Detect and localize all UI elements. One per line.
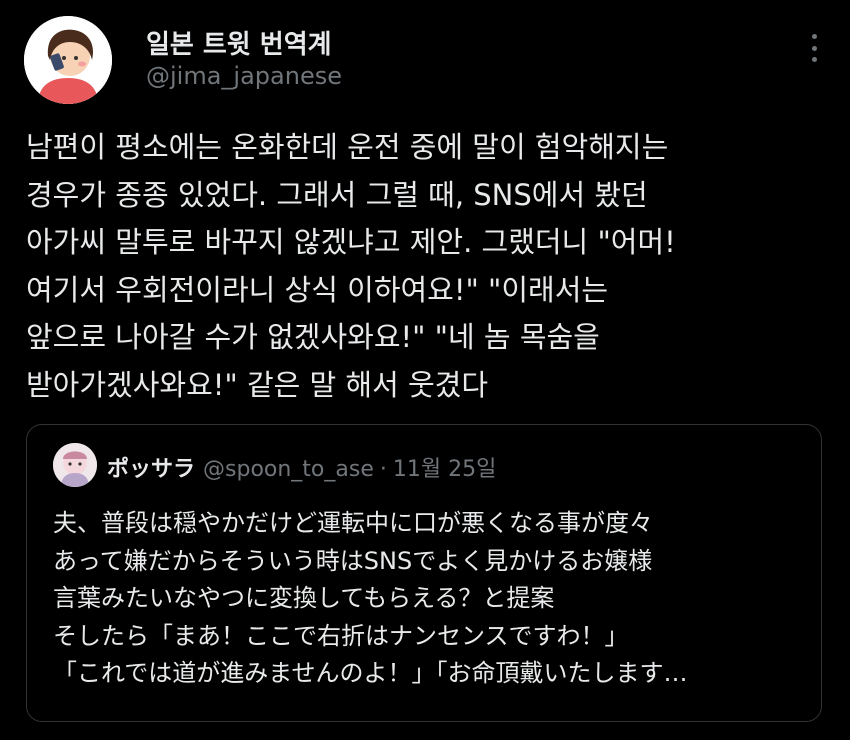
quoted-tweet-card[interactable]: ポッサラ @spoon_to_ase · 11월 25일 夫、普段は穏やかだけど運転中… [26,424,822,722]
quoted-header: ポッサラ @spoon_to_ase · 11월 25일 [107,451,496,483]
tweet-body: 남편이 평소에는 온화한데 운전 중에 말이 험악해지는 경우가 종종 있었다.… [26,124,826,409]
avatar-illustration [24,16,112,104]
quoted-text-line: そしたら「まあ！ここで右折はナンセンスですわ！」 [53,621,629,650]
quoted-text-line: 夫、普段は穏やかだけど運転中に口が悪くなる事が度々 [53,509,653,537]
quoted-date[interactable]: 11월 25일 [393,457,496,482]
quoted-display-name[interactable]: ポッサラ [107,457,195,482]
author-handle[interactable]: @jima_japanese [146,62,342,90]
quoted-text-line: あって嫌だからそういう時はSNSでよく見かけるお嬢様 [53,546,653,575]
tweet-body-line: 남편이 평소에는 온화한데 운전 중에 말이 험악해지는 [26,130,669,164]
more-dot [811,45,817,51]
author-avatar[interactable] [24,16,112,104]
quoted-text-line: 言葉みたいなやつに変換してもらえる？と提案 [53,584,555,612]
quoted-avatar-illustration [53,443,97,487]
tweet-body-line: 앞으로 나아갈 수가 없겠사와요!" "네 놈 목숨을 [26,320,600,354]
tweet-body-line: 경우가 종종 있었다. 그래서 그럴 때, SNS에서 봤던 [26,177,648,212]
quoted-separator: · [379,457,387,482]
tweet-body-line: 아가씨 말투로 바꾸지 않겠냐고 제안. 그랬더니 "어머! [26,225,676,259]
more-dot [811,57,817,62]
quoted-text-line: 「これでは道が進みませんのよ！」「お命頂戴いたします… [53,659,688,687]
author-display-name[interactable]: 일본 트윗 번역계 [146,24,332,61]
quoted-handle[interactable]: @spoon_to_ase [203,457,374,482]
more-options-icon[interactable] [802,34,826,62]
quoted-text: 夫、普段は穏やかだけど運転中に口が悪くなる事が度々 あって嫌だからそういう時はS… [53,505,813,693]
quoted-author-avatar[interactable] [53,443,97,487]
more-dot [811,34,817,39]
tweet-body-line: 여기서 우회전이라니 상식 이하여요!" "이래서는 [26,272,609,307]
tweet-body-line: 받아가겠사와요!" 같은 말 해서 웃겼다 [26,367,489,402]
